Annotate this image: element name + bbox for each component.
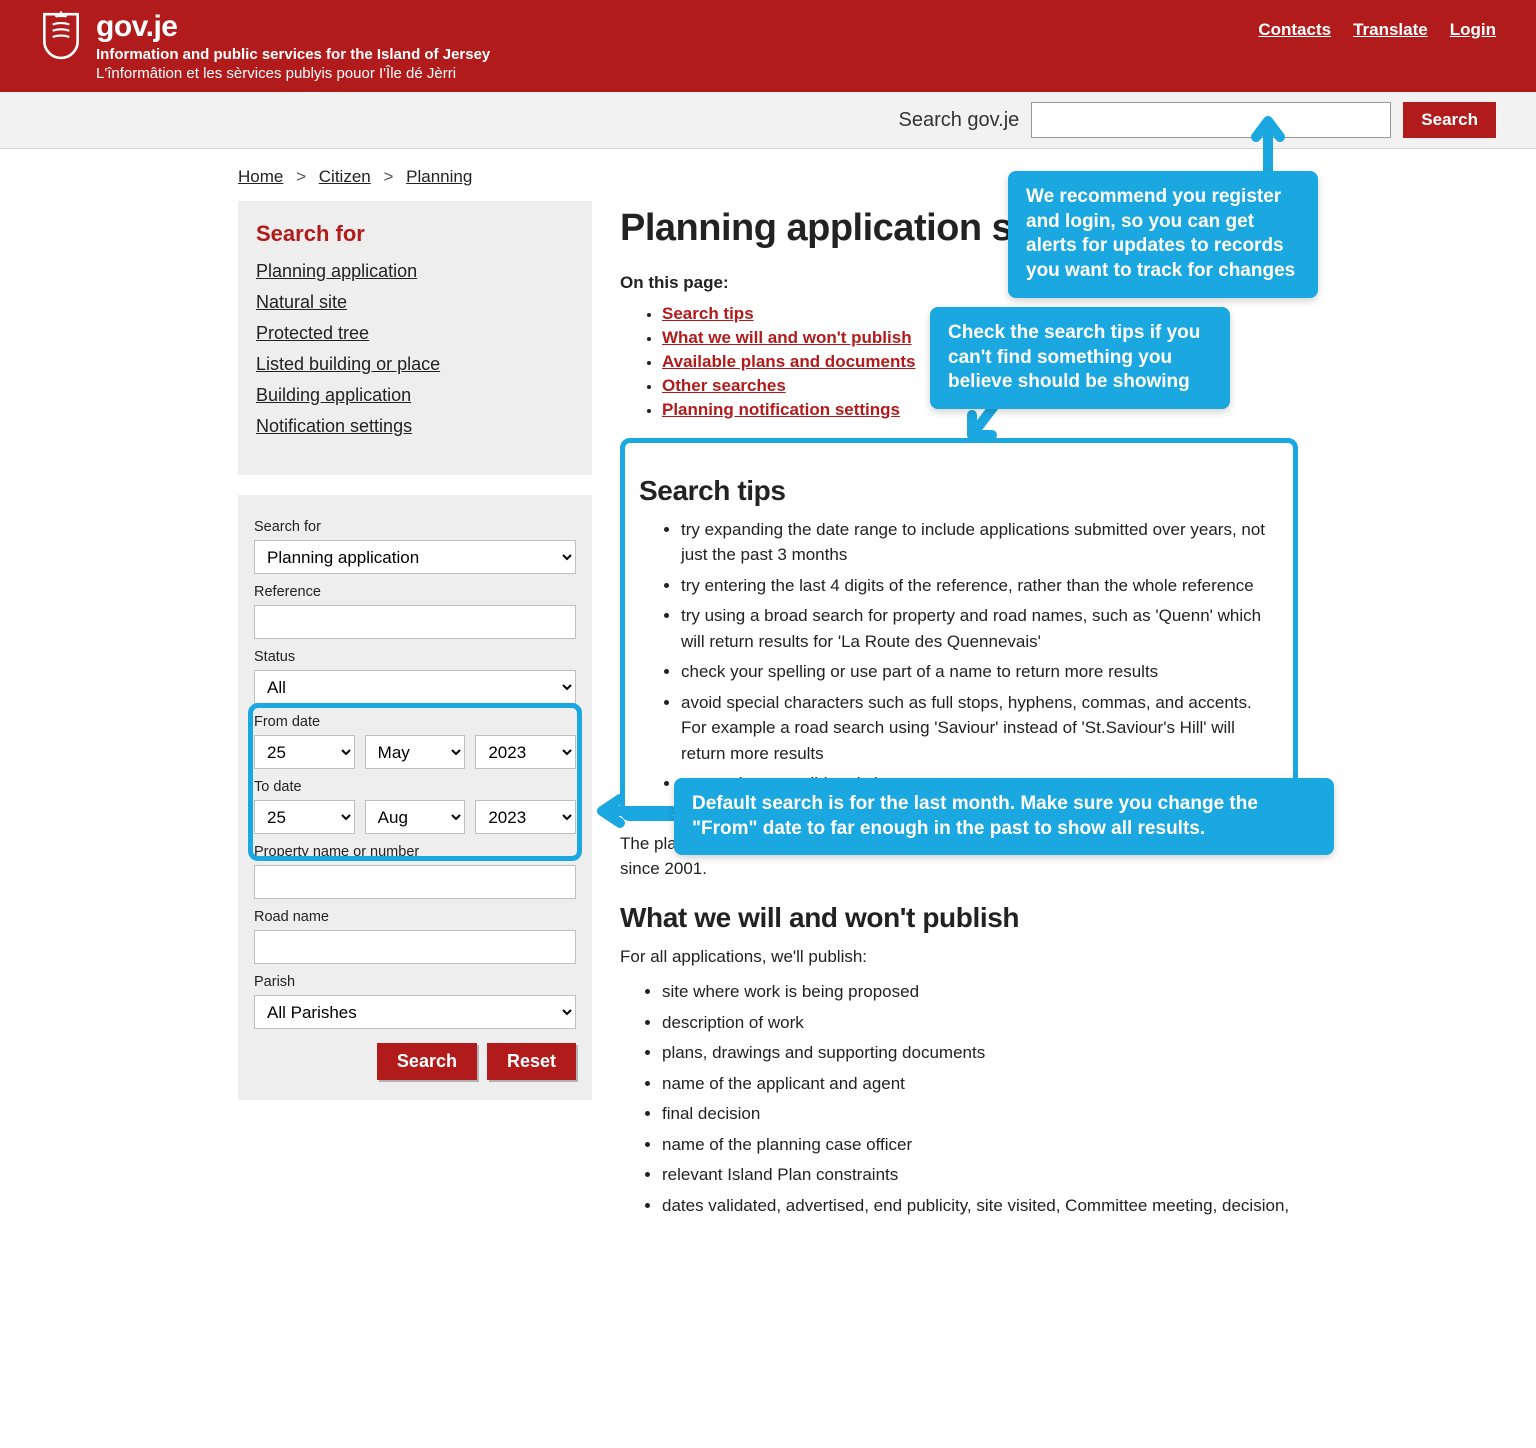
status-select[interactable]: All <box>254 670 576 704</box>
crest-icon <box>40 10 82 60</box>
callout-tips: Check the search tips if you can't find … <box>930 307 1230 409</box>
site-tagline-jer: L'înformâtion et les sèrvices publyis po… <box>96 65 490 82</box>
site-search-label: Search gov.je <box>898 109 1019 132</box>
sidebar-title: Search for <box>256 221 574 247</box>
sidebar-link-natural-site[interactable]: Natural site <box>256 292 574 313</box>
from-year-select[interactable]: 2023 <box>475 735 576 769</box>
from-day-select[interactable]: 25 <box>254 735 355 769</box>
site-tagline-en: Information and public services for the … <box>96 46 490 63</box>
property-input[interactable] <box>254 865 576 899</box>
callout-dates: Default search is for the last month. Ma… <box>674 778 1334 855</box>
publish-item: dates validated, advertised, end publici… <box>662 1193 1298 1219</box>
sidebar-link-notification-settings[interactable]: Notification settings <box>256 416 574 437</box>
sidebar-link-planning-application[interactable]: Planning application <box>256 261 574 282</box>
sidebar-link-protected-tree[interactable]: Protected tree <box>256 323 574 344</box>
to-year-select[interactable]: 2023 <box>475 800 576 834</box>
crumb-home[interactable]: Home <box>238 167 283 186</box>
to-month-select[interactable]: Aug <box>365 800 466 834</box>
from-month-select[interactable]: May <box>365 735 466 769</box>
property-label: Property name or number <box>254 844 576 860</box>
contacts-link[interactable]: Contacts <box>1258 20 1331 40</box>
from-date-label: From date <box>254 714 576 730</box>
publish-item: plans, drawings and supporting documents <box>662 1040 1298 1066</box>
publish-item: description of work <box>662 1010 1298 1036</box>
to-day-select[interactable]: 25 <box>254 800 355 834</box>
publish-item: name of the planning case officer <box>662 1132 1298 1158</box>
publish-heading: What we will and won't publish <box>620 902 1298 934</box>
form-reset-button[interactable]: Reset <box>487 1043 576 1080</box>
publish-item: relevant Island Plan constraints <box>662 1162 1298 1188</box>
site-name: gov.je <box>96 10 490 44</box>
toc-publish[interactable]: What we will and won't publish <box>662 328 912 347</box>
search-form-panel: Search for Planning application Referenc… <box>238 495 592 1100</box>
parish-label: Parish <box>254 974 576 990</box>
tip-item: try expanding the date range to include … <box>681 517 1279 568</box>
callout-dates-arrow-icon <box>590 791 680 831</box>
sidebar-link-building-application[interactable]: Building application <box>256 385 574 406</box>
translate-link[interactable]: Translate <box>1353 20 1428 40</box>
tip-item: try using a broad search for property an… <box>681 603 1279 654</box>
search-for-label: Search for <box>254 519 576 535</box>
crumb-planning[interactable]: Planning <box>406 167 472 186</box>
toc-search-tips[interactable]: Search tips <box>662 304 754 323</box>
search-tips-heading: Search tips <box>639 475 1279 507</box>
crumb-citizen[interactable]: Citizen <box>319 167 371 186</box>
tip-item: avoid special characters such as full st… <box>681 690 1279 767</box>
reference-label: Reference <box>254 584 576 600</box>
sidebar-links-panel: Search for Planning application Natural … <box>238 201 592 475</box>
to-date-label: To date <box>254 779 576 795</box>
search-for-select[interactable]: Planning application <box>254 540 576 574</box>
top-links: Contacts Translate Login <box>1258 10 1496 40</box>
top-header: gov.je Information and public services f… <box>0 0 1536 92</box>
sidebar-link-listed-building[interactable]: Listed building or place <box>256 354 574 375</box>
tip-item: try entering the last 4 digits of the re… <box>681 573 1279 599</box>
login-link[interactable]: Login <box>1450 20 1496 40</box>
callout-login: We recommend you register and login, so … <box>1008 171 1318 298</box>
status-label: Status <box>254 649 576 665</box>
road-label: Road name <box>254 909 576 925</box>
road-input[interactable] <box>254 930 576 964</box>
toc-plans[interactable]: Available plans and documents <box>662 352 916 371</box>
toc-other[interactable]: Other searches <box>662 376 786 395</box>
reference-input[interactable] <box>254 605 576 639</box>
main-content: Planning application search On this page… <box>620 201 1298 1223</box>
site-search-button[interactable]: Search <box>1403 102 1496 138</box>
tip-item: check your spelling or use part of a nam… <box>681 659 1279 685</box>
site-search-input[interactable] <box>1031 102 1391 138</box>
publish-item: name of the applicant and agent <box>662 1071 1298 1097</box>
form-search-button[interactable]: Search <box>377 1043 477 1080</box>
publish-item: final decision <box>662 1101 1298 1127</box>
publish-item: site where work is being proposed <box>662 979 1298 1005</box>
callout-highlight-tips: Search tips try expanding the date range… <box>620 438 1298 821</box>
site-search-row: Search gov.je Search <box>0 92 1536 149</box>
publish-intro: For all applications, we'll publish: <box>620 944 1298 970</box>
brand: gov.je Information and public services f… <box>40 10 490 82</box>
toc-notif[interactable]: Planning notification settings <box>662 400 900 419</box>
parish-select[interactable]: All Parishes <box>254 995 576 1029</box>
